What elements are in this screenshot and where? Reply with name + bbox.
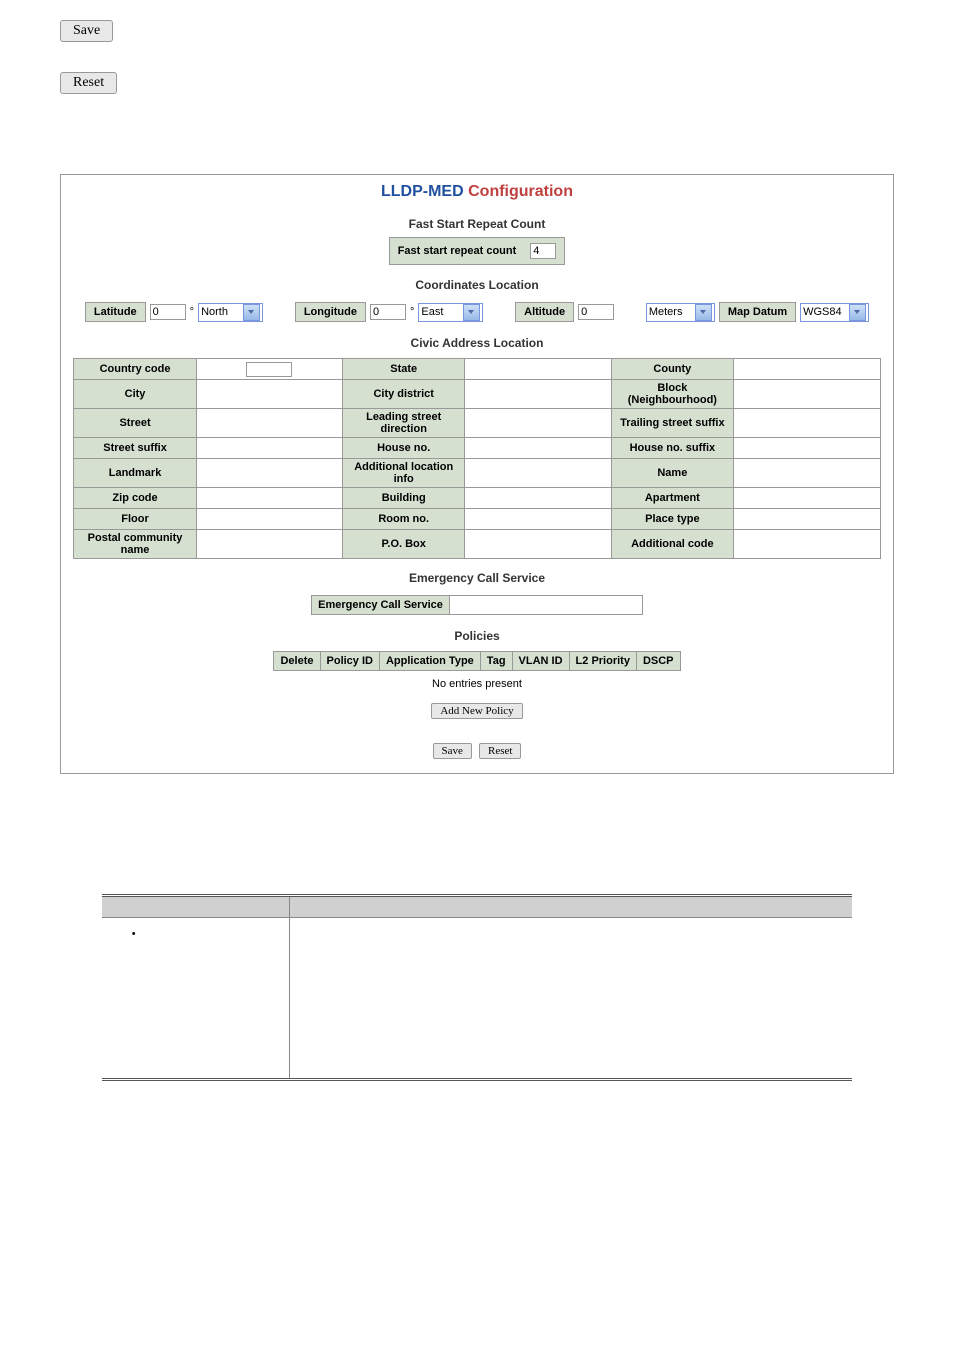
policies-column-header: Delete xyxy=(274,652,320,671)
civic-label: House no. suffix xyxy=(611,438,733,459)
policies-title: Policies xyxy=(61,621,893,647)
policies-column-header: L2 Priority xyxy=(569,652,636,671)
policies-column-header: VLAN ID xyxy=(512,652,569,671)
chevron-down-icon xyxy=(463,304,480,321)
civic-label: Apartment xyxy=(611,488,733,509)
civic-label: City district xyxy=(343,380,465,409)
desc-object-cell: • xyxy=(102,918,290,1080)
civic-label: Leading street direction xyxy=(343,409,465,438)
altitude-input[interactable] xyxy=(578,304,614,320)
chevron-down-icon xyxy=(695,304,712,321)
civic-address-table: Country code State County City City district… xyxy=(73,358,880,559)
panel-title: LLDP-MED Configuration xyxy=(61,175,893,209)
civic-label: Building xyxy=(343,488,465,509)
civic-input-cell[interactable] xyxy=(733,509,880,530)
lldp-med-config-panel: LLDP-MED Configuration Fast Start Repeat… xyxy=(60,174,894,774)
longitude-direction-select[interactable]: East xyxy=(418,303,483,322)
civic-label: County xyxy=(611,359,733,380)
civic-label: Country code xyxy=(74,359,196,380)
civic-input-cell[interactable] xyxy=(465,380,612,409)
civic-label: Name xyxy=(611,459,733,488)
civic-input-cell[interactable] xyxy=(465,509,612,530)
country-code-input[interactable] xyxy=(246,362,292,377)
description-table: • xyxy=(102,894,853,1081)
civic-input-cell[interactable] xyxy=(733,409,880,438)
civic-input-cell[interactable] xyxy=(733,488,880,509)
civic-label: House no. xyxy=(343,438,465,459)
civic-input-cell[interactable] xyxy=(465,438,612,459)
civic-input-cell[interactable] xyxy=(196,359,343,380)
desc-description-cell xyxy=(289,918,852,1080)
civic-label: Additional location info xyxy=(343,459,465,488)
civic-label: Landmark xyxy=(74,459,196,488)
civic-input-cell[interactable] xyxy=(733,359,880,380)
civic-label: Zip code xyxy=(74,488,196,509)
policies-column-header: Policy ID xyxy=(320,652,379,671)
fast-start-title: Fast Start Repeat Count xyxy=(61,209,893,235)
degree-symbol: ° xyxy=(410,306,414,318)
civic-input-cell[interactable] xyxy=(196,438,343,459)
civic-label: Additional code xyxy=(611,530,733,559)
save-button-top[interactable]: Save xyxy=(60,20,113,42)
degree-symbol: ° xyxy=(190,306,194,318)
longitude-input[interactable] xyxy=(370,304,406,320)
civic-input-cell[interactable] xyxy=(733,438,880,459)
chevron-down-icon xyxy=(243,304,260,321)
civic-input-cell[interactable] xyxy=(196,459,343,488)
civic-input-cell[interactable] xyxy=(465,530,612,559)
policies-column-header: Application Type xyxy=(379,652,480,671)
civic-input-cell[interactable] xyxy=(465,359,612,380)
no-entries-text: No entries present xyxy=(61,675,893,693)
ecs-title: Emergency Call Service xyxy=(61,563,893,589)
civic-input-cell[interactable] xyxy=(733,530,880,559)
civic-label: P.O. Box xyxy=(343,530,465,559)
map-datum-label: Map Datum xyxy=(719,302,796,322)
ecs-label: Emergency Call Service xyxy=(312,596,450,615)
civic-label: Place type xyxy=(611,509,733,530)
chevron-down-icon xyxy=(849,304,866,321)
civic-input-cell[interactable] xyxy=(196,509,343,530)
save-button-bottom[interactable]: Save xyxy=(433,743,472,759)
altitude-label: Altitude xyxy=(515,302,574,322)
policies-column-header: DSCP xyxy=(636,652,680,671)
civic-input-cell[interactable] xyxy=(465,459,612,488)
add-new-policy-button[interactable]: Add New Policy xyxy=(431,703,522,719)
civic-title: Civic Address Location xyxy=(61,328,893,354)
civic-label: Street xyxy=(74,409,196,438)
reset-button-top[interactable]: Reset xyxy=(60,72,117,94)
civic-label: Postal community name xyxy=(74,530,196,559)
desc-description-header xyxy=(289,896,852,918)
civic-input-cell[interactable] xyxy=(465,409,612,438)
reset-button-bottom[interactable]: Reset xyxy=(479,743,521,759)
policies-column-header: Tag xyxy=(480,652,512,671)
civic-input-cell[interactable] xyxy=(196,530,343,559)
longitude-label: Longitude xyxy=(295,302,366,322)
fast-start-input[interactable] xyxy=(530,243,556,259)
policies-table: DeletePolicy IDApplication TypeTagVLAN I… xyxy=(273,651,680,671)
fast-start-label: Fast start repeat count xyxy=(392,240,523,262)
civic-label: City xyxy=(74,380,196,409)
civic-label: Trailing street suffix xyxy=(611,409,733,438)
civic-input-cell[interactable] xyxy=(733,459,880,488)
latitude-label: Latitude xyxy=(85,302,146,322)
map-datum-select[interactable]: WGS84 xyxy=(800,303,869,322)
civic-input-cell[interactable] xyxy=(465,488,612,509)
civic-input-cell[interactable] xyxy=(196,409,343,438)
altitude-unit-select[interactable]: Meters xyxy=(646,303,715,322)
civic-label: Floor xyxy=(74,509,196,530)
desc-object-header xyxy=(102,896,290,918)
civic-label: Street suffix xyxy=(74,438,196,459)
civic-input-cell[interactable] xyxy=(196,488,343,509)
civic-label: Room no. xyxy=(343,509,465,530)
latitude-input[interactable] xyxy=(150,304,186,320)
civic-label: Block (Neighbourhood) xyxy=(611,380,733,409)
coords-title: Coordinates Location xyxy=(61,270,893,296)
civic-input-cell[interactable] xyxy=(733,380,880,409)
latitude-direction-select[interactable]: North xyxy=(198,303,263,322)
civic-input-cell[interactable] xyxy=(196,380,343,409)
civic-label: State xyxy=(343,359,465,380)
